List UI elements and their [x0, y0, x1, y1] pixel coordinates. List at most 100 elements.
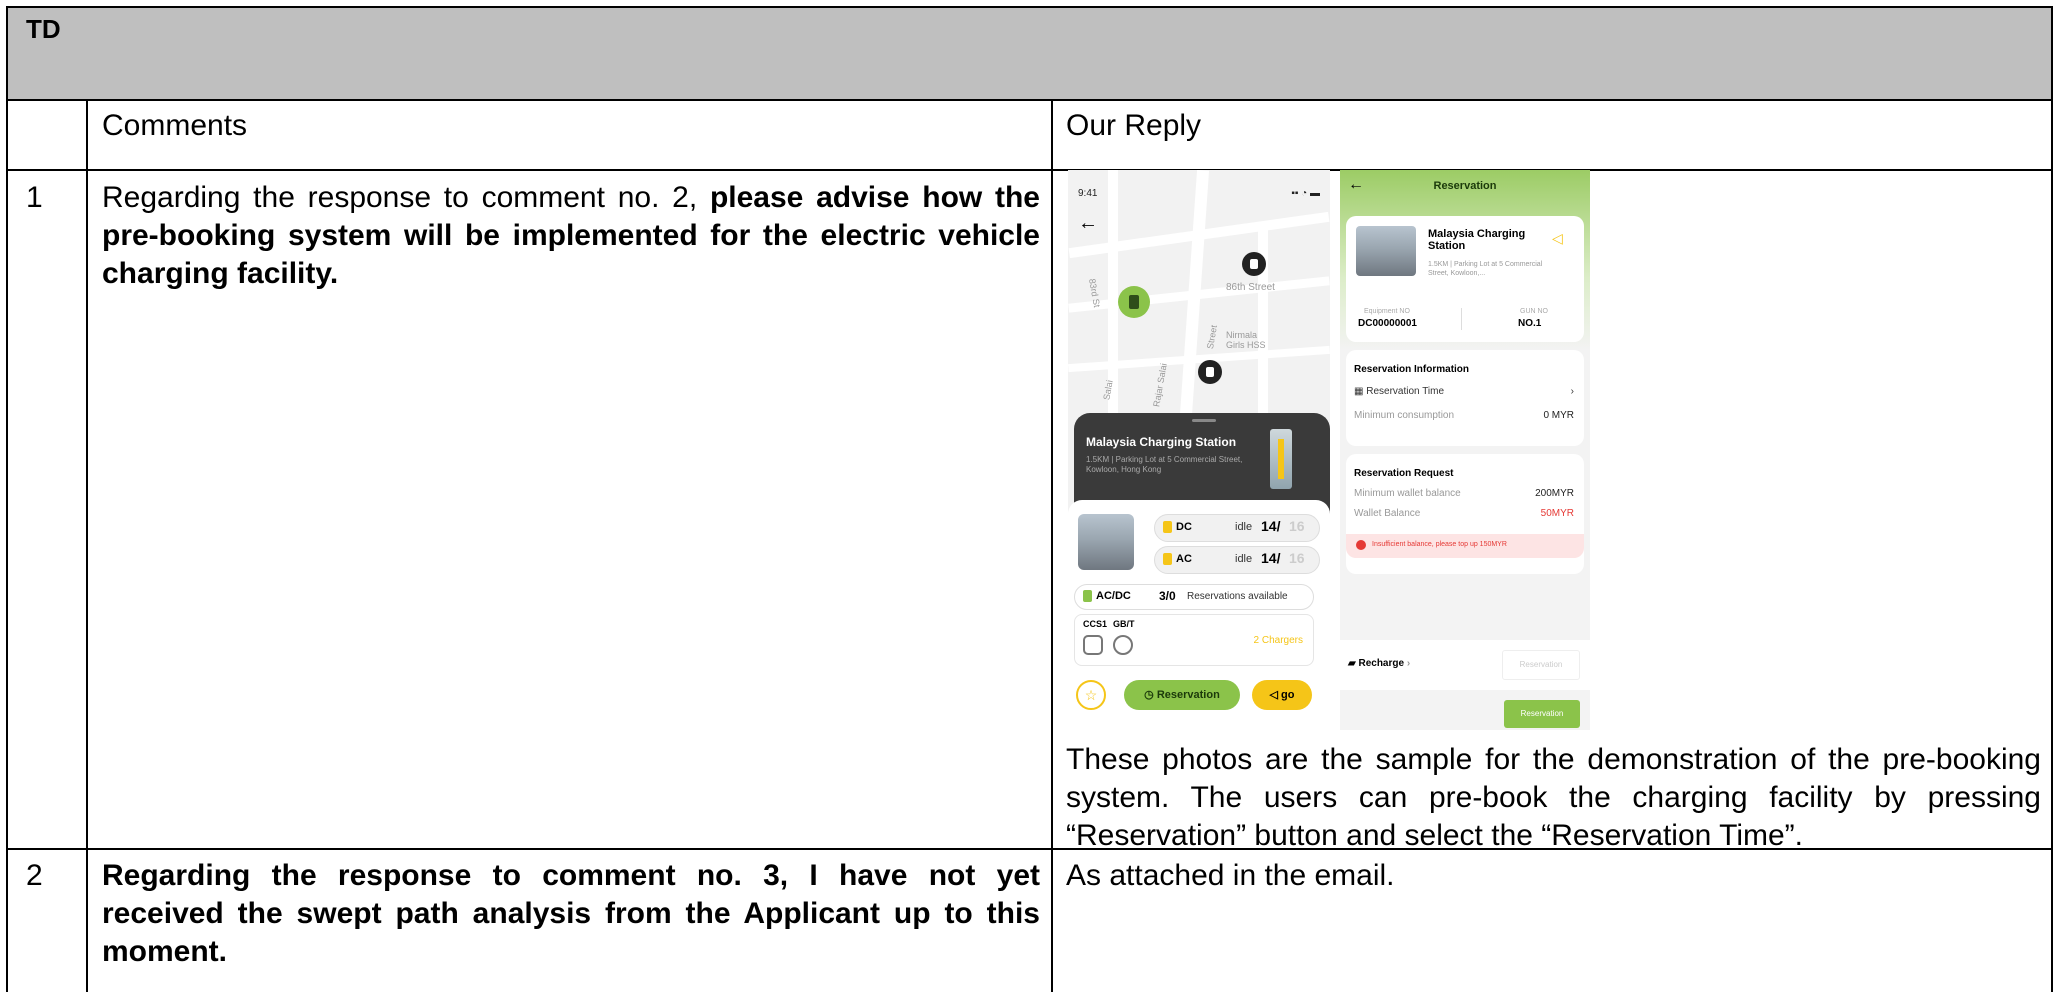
map-label: Nirmala Girls HSS — [1226, 330, 1266, 350]
station-name: Malaysia Charging Station — [1428, 228, 1526, 252]
ac-label: AC — [1176, 553, 1192, 565]
idle-label: idle — [1235, 553, 1253, 565]
divider — [1461, 308, 1462, 330]
gun-value: NO.1 — [1518, 318, 1542, 329]
acdc-status: AC/DC 3/0 Reservations available — [1074, 584, 1314, 610]
row-number: 1 — [26, 181, 43, 214]
status-time: 9:41 — [1078, 188, 1098, 199]
navigate-icon: ◁ — [1269, 689, 1282, 701]
warning-text: Insufficient balance, please top up 150M… — [1372, 541, 1507, 548]
col-header-comments: Comments — [102, 109, 248, 142]
selected-station-icon[interactable] — [1118, 286, 1150, 318]
reservation-button[interactable]: Reservation — [1504, 700, 1580, 728]
station-address: 1.5KM | Parking Lot at 5 Commercial Stre… — [1086, 455, 1243, 474]
back-arrow-icon[interactable]: ← — [1078, 212, 1098, 235]
dc-status: DC idle 14/ 16 — [1154, 514, 1320, 542]
warning-banner: Insufficient balance, please top up 150M… — [1346, 534, 1584, 558]
wallet-icon: ▰ — [1348, 658, 1359, 669]
connector-panel: CCS1 GB/T 2 Chargers — [1074, 614, 1314, 666]
favorite-star-icon[interactable]: ☆ — [1076, 680, 1106, 710]
calendar-icon: ▦ — [1354, 386, 1367, 397]
comment-text: Regarding the response to comment no. 2,… — [102, 179, 1040, 293]
navigate-icon[interactable]: ◁ — [1552, 230, 1563, 247]
go-button-label: go — [1281, 689, 1295, 701]
acdc-count: 3/0 — [1159, 589, 1176, 603]
comments-table: TD Comments Our Reply 1 Regarding the re… — [6, 6, 2053, 992]
comment-text: Regarding the response to comment no. 3,… — [102, 859, 1040, 968]
gbt-label: GB/T — [1113, 619, 1135, 629]
ac-status: AC idle 14/ 16 — [1154, 546, 1320, 574]
map-label: Rajar Salai — [1151, 362, 1169, 408]
gbt-connector-icon — [1113, 635, 1133, 655]
dc-count: 14/ — [1261, 518, 1281, 534]
charger-pin-icon[interactable] — [1242, 252, 1266, 276]
reservation-time-row[interactable]: ▦ Reservation Time — [1354, 386, 1444, 397]
recharge-link[interactable]: ▰ Recharge › — [1348, 658, 1410, 669]
charger-pin-icon[interactable] — [1198, 360, 1222, 384]
reply-text: As attached in the email. — [1066, 859, 1395, 892]
min-wallet-label: Minimum wallet balance — [1354, 488, 1461, 499]
go-button[interactable]: ◁ go — [1252, 680, 1312, 710]
table-title-bar: TD — [6, 6, 2053, 101]
info-title: Reservation Information — [1354, 364, 1470, 375]
row-divider — [6, 99, 2053, 101]
border-top — [6, 6, 2053, 8]
col-divider — [1051, 99, 1053, 992]
min-wallet-value: 200MYR — [1535, 488, 1574, 499]
min-consumption-value: 0 MYR — [1543, 410, 1574, 421]
row-number: 2 — [26, 859, 43, 892]
ac-icon — [1163, 553, 1172, 566]
screen-title: Reservation — [1433, 180, 1497, 192]
station-info-card: Malaysia Charging Station ◁ 1.5KM | Park… — [1346, 216, 1584, 342]
station-detail-panel: DC idle 14/ 16 AC idle 14/ 16 AC/DC 3/0 … — [1068, 500, 1330, 730]
reservations-available: Reservations available — [1187, 591, 1288, 602]
reservation-screenshot: ← Reservation Malaysia Charging Station … — [1340, 170, 1590, 730]
status-icons: ▪▪ ◔ ▬ — [1291, 188, 1320, 199]
col-header-reply: Our Reply — [1066, 109, 1202, 142]
acdc-label: AC/DC — [1096, 590, 1131, 602]
reservation-button[interactable]: ◷ Reservation — [1124, 680, 1240, 710]
wallet-balance-label: Wallet Balance — [1354, 508, 1421, 519]
reply-text: These photos are the sample for the demo… — [1066, 743, 2041, 852]
acdc-icon — [1083, 590, 1092, 603]
gun-label: GUN NO — [1520, 308, 1548, 315]
equipment-label: Equipment NO — [1364, 308, 1410, 315]
charger-image — [1270, 429, 1292, 489]
bottom-bar: ▰ Recharge › Reservation — [1340, 640, 1590, 690]
ac-count: 14/ — [1261, 550, 1281, 566]
reservation-info-card: Reservation Information ▦ Reservation Ti… — [1346, 350, 1584, 446]
request-title: Reservation Request — [1354, 468, 1454, 479]
reservation-time-label: Reservation Time — [1366, 386, 1445, 397]
station-thumbnail — [1356, 226, 1416, 276]
equipment-value: DC00000001 — [1358, 318, 1417, 329]
reservation-disabled-button[interactable]: Reservation — [1502, 650, 1580, 680]
dc-total: 16 — [1289, 518, 1305, 534]
station-thumbnail — [1078, 514, 1134, 570]
chargers-count: 2 Chargers — [1253, 635, 1303, 646]
ccs1-label: CCS1 — [1083, 619, 1108, 629]
idle-label: idle — [1235, 521, 1253, 533]
station-name: Malaysia Charging Station — [1086, 435, 1237, 449]
map-screenshot: 9:41 ▪▪ ◔ ▬ ← 86th Street Nirmala Girls … — [1068, 170, 1330, 730]
reservation-button-label: Reservation — [1156, 689, 1220, 701]
map-label: 86th Street — [1226, 282, 1275, 293]
station-address: 1.5KM | Parking Lot at 5 Commercial Stre… — [1428, 261, 1543, 277]
chevron-right-icon[interactable]: › — [1571, 386, 1574, 397]
dc-label: DC — [1176, 521, 1192, 533]
drag-handle[interactable] — [1192, 419, 1216, 422]
wallet-balance-value: 50MYR — [1540, 508, 1574, 519]
dc-icon — [1163, 521, 1172, 534]
comment-plain: Regarding the response to comment no. 2, — [102, 181, 710, 214]
recharge-label: Recharge — [1358, 658, 1405, 669]
ccs1-connector-icon — [1083, 635, 1103, 655]
row-divider — [6, 169, 2053, 171]
ac-total: 16 — [1289, 550, 1305, 566]
table-title: TD — [26, 14, 61, 44]
col-divider — [86, 99, 88, 992]
border-left — [6, 6, 8, 992]
min-consumption-label: Minimum consumption — [1354, 410, 1455, 421]
border-right — [2051, 6, 2053, 992]
map-label: Street — [1204, 324, 1220, 350]
clock-icon: ◷ — [1144, 689, 1157, 701]
reservation-request-card: Reservation Request Minimum wallet balan… — [1346, 454, 1584, 574]
